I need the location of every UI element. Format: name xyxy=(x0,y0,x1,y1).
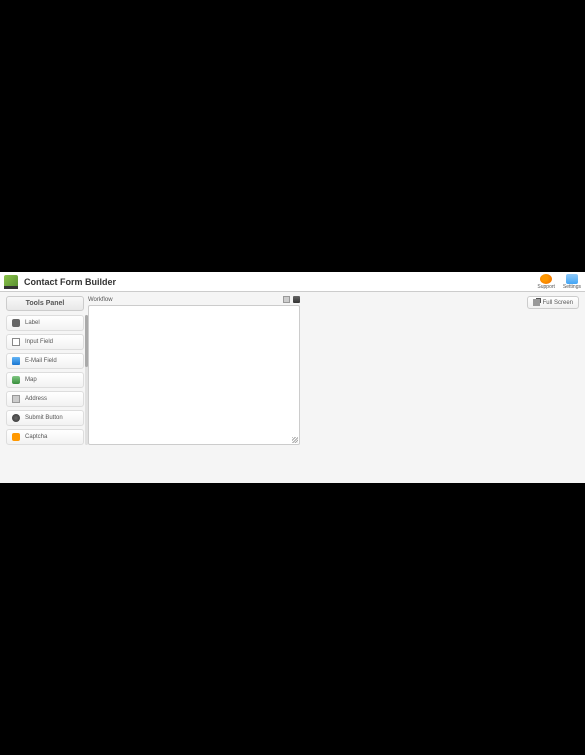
email-icon xyxy=(12,357,20,365)
tool-label-text: E-Mail Field xyxy=(25,358,57,364)
tool-label-text: Captcha xyxy=(25,434,47,440)
tool-captcha[interactable]: Captcha xyxy=(6,429,84,445)
support-icon xyxy=(540,274,552,284)
workflow-title: Workflow xyxy=(88,297,113,303)
tool-label-text: Input Field xyxy=(25,339,53,345)
copy-icon[interactable] xyxy=(283,296,290,303)
workflow-actions xyxy=(283,296,300,303)
header: Contact Form Builder Support Settings xyxy=(0,272,585,292)
header-actions: Support Settings xyxy=(537,274,581,290)
fullscreen-label: Full Screen xyxy=(543,300,573,306)
tools-sidebar: Tools Panel Label Input Field E-Mail Fie… xyxy=(6,296,84,479)
workflow-canvas[interactable] xyxy=(88,305,300,445)
map-icon xyxy=(12,376,20,384)
tool-input-field[interactable]: Input Field xyxy=(6,334,84,350)
input-icon xyxy=(12,338,20,346)
fullscreen-button[interactable]: Full Screen xyxy=(527,296,579,309)
main-canvas: Workflow Full Screen xyxy=(88,296,579,479)
submit-icon xyxy=(12,414,20,422)
resize-handle[interactable] xyxy=(292,437,298,443)
address-icon xyxy=(12,395,20,403)
workflow-section: Workflow xyxy=(88,296,300,479)
tools-list: Label Input Field E-Mail Field Map Addre… xyxy=(6,315,84,445)
preview-section: Full Screen xyxy=(306,296,579,479)
tool-email-field[interactable]: E-Mail Field xyxy=(6,353,84,369)
settings-button[interactable]: Settings xyxy=(563,274,581,290)
workflow-header: Workflow xyxy=(88,296,300,303)
tool-label-text: Submit Button xyxy=(25,415,63,421)
tool-label[interactable]: Label xyxy=(6,315,84,331)
tools-panel-title: Tools Panel xyxy=(6,296,84,311)
support-button[interactable]: Support xyxy=(537,274,555,290)
settings-icon xyxy=(566,274,578,284)
tool-label-text: Address xyxy=(25,396,47,402)
tool-label-text: Label xyxy=(25,320,40,326)
settings-label: Settings xyxy=(563,284,581,290)
app-logo-icon xyxy=(4,275,18,289)
save-icon[interactable] xyxy=(293,296,300,303)
support-label: Support xyxy=(537,284,555,290)
label-icon xyxy=(12,319,20,327)
app-window: Contact Form Builder Support Settings To… xyxy=(0,272,585,483)
page-title: Contact Form Builder xyxy=(24,277,116,287)
content-area: Tools Panel Label Input Field E-Mail Fie… xyxy=(0,292,585,483)
tool-address[interactable]: Address xyxy=(6,391,84,407)
tool-map[interactable]: Map xyxy=(6,372,84,388)
tool-label-text: Map xyxy=(25,377,37,383)
tool-submit-button[interactable]: Submit Button xyxy=(6,410,84,426)
captcha-icon xyxy=(12,433,20,441)
fullscreen-icon xyxy=(533,299,540,306)
